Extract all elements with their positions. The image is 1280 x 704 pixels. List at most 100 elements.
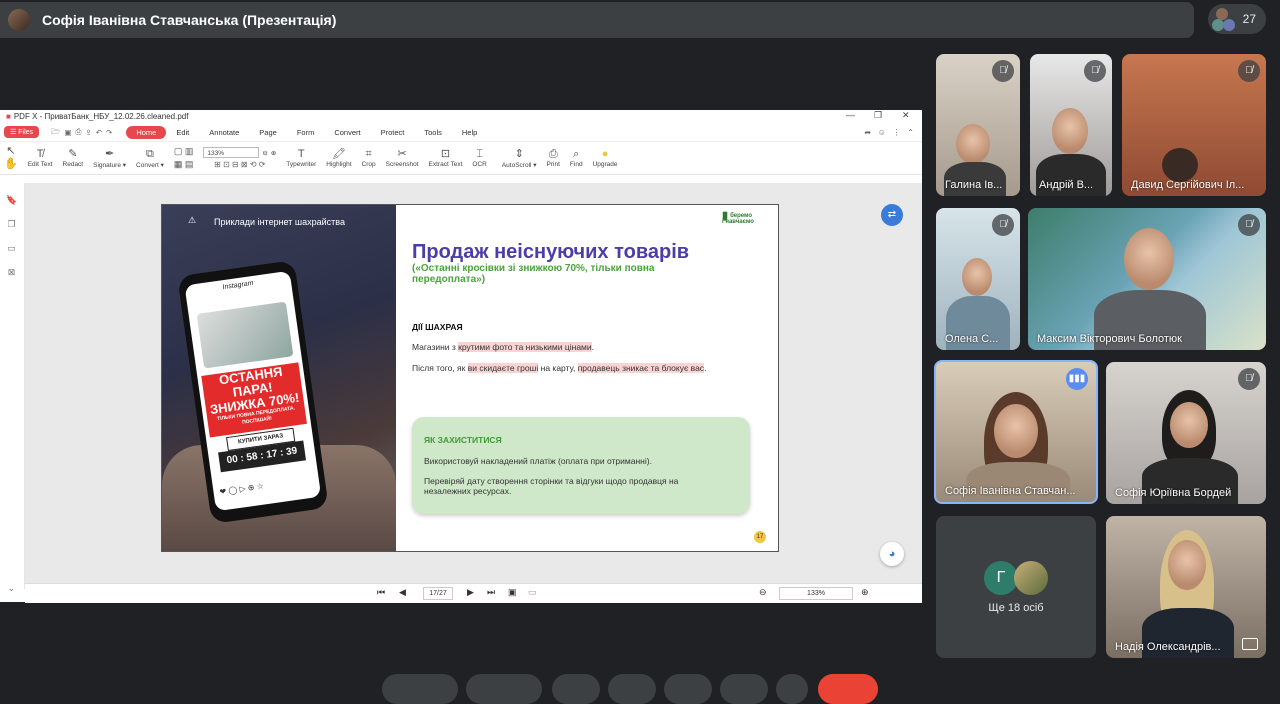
assistant-icon[interactable]: ◕	[880, 542, 904, 566]
participant-photo-avatar	[1014, 561, 1048, 595]
participant-face	[962, 258, 992, 296]
participant-name: Давид Сергійович Іл...	[1131, 179, 1245, 191]
extract-text-tool[interactable]: ⊡ Extract Text	[429, 148, 463, 168]
presenter-avatar	[8, 9, 30, 31]
minimize-icon[interactable]: —	[846, 110, 855, 120]
participant-tile[interactable]: 🎙̸ Галина Ів...	[936, 54, 1020, 196]
participant-face	[1170, 402, 1208, 448]
upgrade-tool[interactable]: ● Upgrade	[593, 148, 618, 168]
translate-icon[interactable]: ⇄	[881, 204, 903, 226]
participant-tile[interactable]: 🎙̸ Максим Вікторович Болотюк	[1028, 208, 1266, 350]
participants-button[interactable]: 27	[1208, 4, 1266, 34]
page-view-icons[interactable]: ⊞ ⊡ ⊟ ⊠ ⟲ ⟳	[214, 160, 265, 169]
warning-icon: ⚠	[188, 215, 197, 225]
sidebar-collapse-icon[interactable]: ⌄	[6, 583, 17, 594]
participant-tile[interactable]: Надія Олександрів...	[1106, 516, 1266, 658]
fraud-paragraph-2: Після того, як ви скидаєте гроші на карт…	[412, 363, 707, 373]
bottom-zoom-field[interactable]: 133%	[779, 587, 853, 600]
menu-form[interactable]: Form	[287, 128, 325, 137]
leave-call-button[interactable]	[818, 674, 878, 704]
redact-tool[interactable]: ✎ Redact	[63, 148, 84, 168]
first-page-icon[interactable]: ⏮	[377, 587, 385, 598]
signature-tool[interactable]: ✒ Signature ▾	[93, 148, 126, 169]
fraud-paragraph-1: Магазини з крутими фото та низькими ціна…	[412, 342, 595, 352]
typewriter-tool[interactable]: T Typewriter	[286, 148, 316, 168]
mic-control-button[interactable]	[382, 674, 458, 704]
edit-text-tool[interactable]: T̸ Edit Text	[28, 148, 53, 168]
pdf-window-title: PDF X - ПриватБанк_НБУ_12.02.26.cleaned.…	[13, 112, 189, 121]
print-small-icon[interactable]: ⎙	[75, 127, 81, 137]
zoom-controls[interactable]: 133% ⊖ ⊕ ⊞ ⊡ ⊟ ⊠ ⟲ ⟳	[203, 147, 276, 169]
last-page-icon[interactable]: ⏭	[487, 587, 495, 598]
comments-icon[interactable]: ▭	[6, 243, 17, 254]
menu-protect[interactable]: Protect	[371, 128, 415, 137]
slide-photo: ⚠ Приклади інтернет шахрайства Instagram…	[162, 205, 396, 551]
participant-body	[966, 462, 1070, 502]
present-button[interactable]	[664, 674, 712, 704]
view-mode-tools[interactable]: ▢ ▥ ▦ ▤	[174, 145, 194, 171]
bottom-zoom-out-icon[interactable]: ⊖	[759, 587, 767, 598]
participant-tile[interactable]: 🎙̸ Олена С...	[936, 208, 1020, 350]
select-tool[interactable]: ↖ ✋	[4, 145, 18, 171]
save-icon[interactable]: ▣	[64, 128, 71, 137]
more-options-button[interactable]	[776, 674, 808, 704]
camera-control-button[interactable]	[466, 674, 542, 704]
participant-tile-active-speaker[interactable]: ▮▮▮ Софія Іванівна Ставчан...	[934, 360, 1098, 504]
prev-page-icon[interactable]: ◀	[399, 587, 406, 598]
crop-tool[interactable]: ⌗ Crop	[362, 148, 376, 168]
pip-icon[interactable]	[1242, 638, 1258, 650]
bookmark-icon[interactable]: 🔖	[6, 195, 17, 206]
bottom-zoom-in-icon[interactable]: ⊕	[861, 587, 869, 598]
screenshot-tool[interactable]: ✂ Screenshot	[386, 148, 419, 168]
more-participants-tile[interactable]: Г Ще 18 осіб	[936, 516, 1096, 658]
participant-name: Софія Юріївна Бордей	[1115, 487, 1232, 499]
reactions-button[interactable]	[608, 674, 656, 704]
pages-icon[interactable]: ❐	[6, 219, 17, 230]
pdf-page-slide: ⚠ Приклади інтернет шахрайства Instagram…	[161, 204, 779, 552]
menu-help[interactable]: Help	[452, 128, 487, 137]
speaking-indicator-icon: ▮▮▮	[1066, 368, 1088, 390]
menu-tools[interactable]: Tools	[414, 128, 452, 137]
ocr-tool[interactable]: ⌶ OCR	[472, 148, 486, 168]
participant-tile[interactable]: 🎙̸ Софія Юріївна Бордей	[1106, 362, 1266, 504]
zoom-select[interactable]: 133%	[203, 147, 260, 158]
slide-logo: ▮ беремо і навчаємо	[722, 210, 754, 226]
slide-header-label: Приклади інтернет шахрайства	[214, 217, 345, 227]
print-tool[interactable]: ⎙ Print	[547, 148, 560, 168]
single-page-icon[interactable]: ▭	[528, 587, 537, 598]
files-button[interactable]: ☰ Files	[4, 126, 40, 138]
section-fraudster: ДІЇ ШАХРАЯ	[412, 322, 463, 332]
open-icon[interactable]: 🗁	[51, 126, 60, 139]
menu-home[interactable]: Home	[126, 125, 167, 139]
next-page-icon[interactable]: ▶	[467, 587, 474, 598]
participant-tile[interactable]: 🎙̸ Андрій В...	[1030, 54, 1112, 196]
convert-tool[interactable]: ⧉ Convert ▾	[136, 148, 164, 169]
highlight-tool[interactable]: 🖍 Highlight	[326, 148, 351, 168]
protection-box: ЯК ЗАХИСТИТИСЯ Використовуй накладений п…	[412, 417, 750, 514]
captions-button[interactable]	[552, 674, 600, 704]
redo-icon[interactable]: ↷	[106, 128, 112, 137]
mic-off-icon: 🎙̸	[1238, 60, 1260, 82]
participant-head	[1162, 148, 1198, 182]
menu-edit[interactable]: Edit	[166, 128, 199, 137]
zoom-out-icon[interactable]: ⊖	[262, 149, 267, 157]
close-icon[interactable]: ✕	[902, 110, 910, 121]
menu-convert[interactable]: Convert	[324, 128, 370, 137]
share-icon[interactable]: ⇪	[85, 128, 91, 137]
participant-initial-avatar: Г	[984, 561, 1018, 595]
page-input[interactable]: 17/27	[423, 587, 453, 600]
restore-icon[interactable]: ❐	[874, 110, 882, 121]
toolbar-right-icons[interactable]: ➦ ☺ ⋮ ⌃	[864, 128, 914, 137]
attachments-icon[interactable]: ⊠	[6, 267, 17, 278]
find-tool[interactable]: ⌕ Find	[570, 148, 583, 168]
participant-name: Софія Іванівна Ставчан...	[945, 485, 1076, 497]
menu-page[interactable]: Page	[249, 128, 287, 137]
menu-annotate[interactable]: Annotate	[199, 128, 249, 137]
autoscroll-tool[interactable]: ⇕ AutoScroll ▾	[502, 148, 537, 169]
undo-icon[interactable]: ↶	[96, 128, 102, 137]
fit-page-icon[interactable]: ▣	[508, 587, 517, 598]
participant-tile[interactable]: 🎙̸ Давид Сергійович Іл...	[1122, 54, 1266, 196]
participant-name: Галина Ів...	[945, 179, 1003, 191]
raise-hand-button[interactable]	[720, 674, 768, 704]
zoom-in-icon[interactable]: ⊕	[271, 149, 276, 157]
